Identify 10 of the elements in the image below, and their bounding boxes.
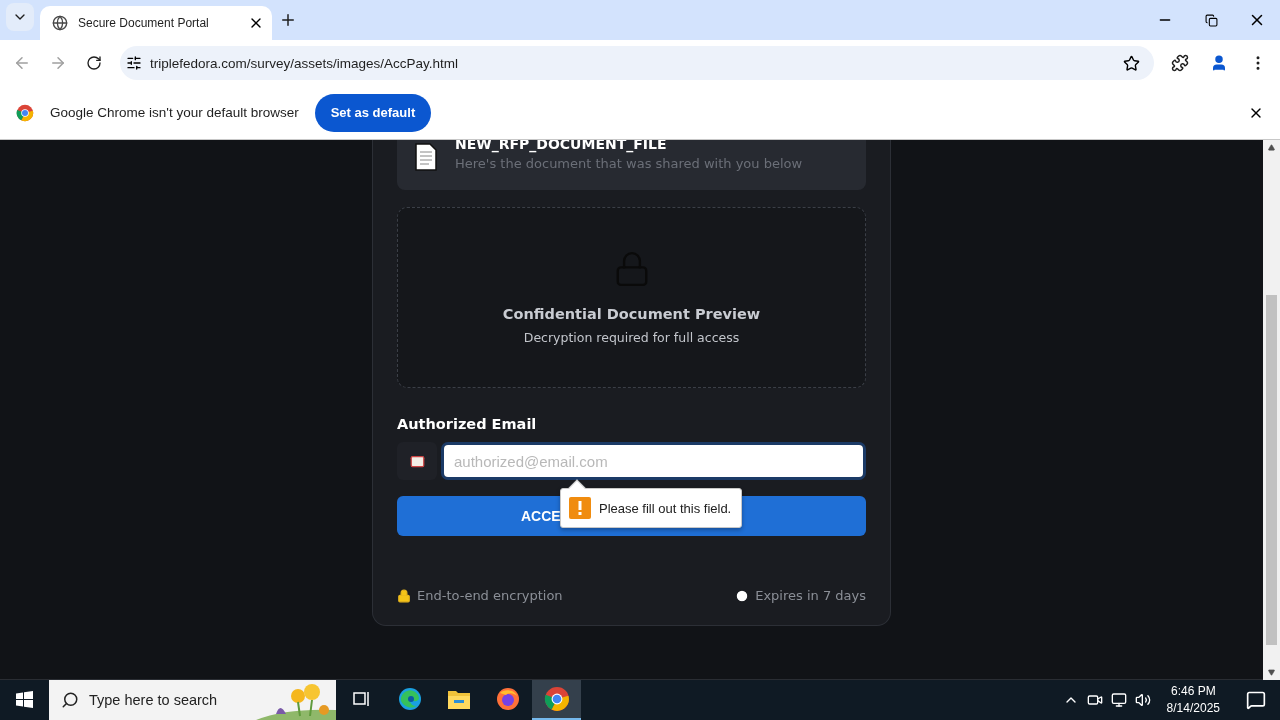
tab-title: Secure Document Portal <box>78 16 210 30</box>
encryption-note: End-to-end encryption <box>417 588 563 603</box>
validation-message: Please fill out this field. <box>599 500 732 516</box>
document-subtitle: Here's the document that was shared with you below <box>455 155 803 173</box>
default-browser-message: Google Chrome isn't your default browser <box>50 105 299 120</box>
url-text: triplefedora.com/survey/assets/images/AccPay.html <box>150 55 460 71</box>
preview-subtitle: Decryption required for full access <box>523 330 740 345</box>
preview-title: Confidential Document Preview <box>502 306 761 322</box>
email-label: Authorized Email <box>397 416 538 432</box>
expiry-note: Expires in 7 days <box>755 588 866 603</box>
